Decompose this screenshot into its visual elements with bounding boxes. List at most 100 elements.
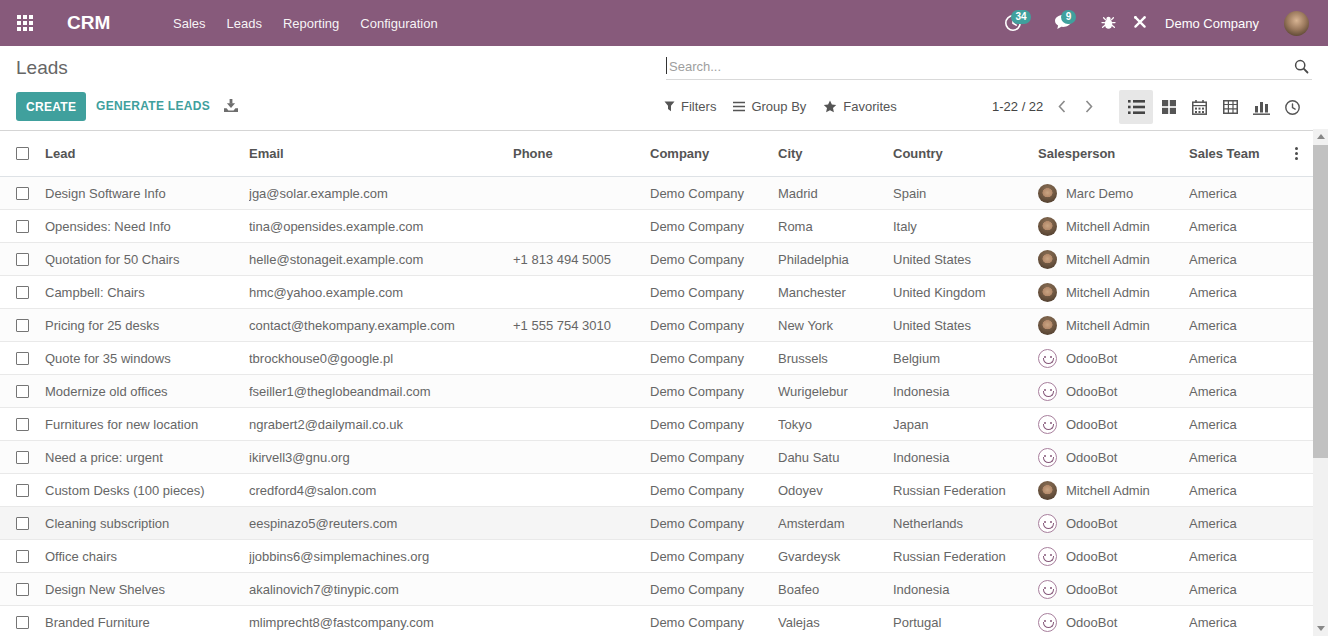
cell-company[interactable]: Demo Company [650,573,778,606]
cell-company[interactable]: Demo Company [650,276,778,309]
cell-city[interactable]: Boafeo [778,573,893,606]
cell-email[interactable]: credford4@salon.com [249,474,513,507]
cell-salesperson[interactable]: Mitchell Admin [1038,243,1189,276]
cell-country[interactable]: Italy [893,210,1038,243]
cell-phone[interactable] [513,408,650,441]
lead-row[interactable]: Pricing for 25 desks contact@thekompany.… [0,309,1313,342]
lead-row[interactable]: Quote for 35 windows tbrockhouse0@google… [0,342,1313,375]
cell-company[interactable]: Demo Company [650,309,778,342]
menu-configuration[interactable]: Configuration [360,16,437,31]
cell-city[interactable]: Manchester [778,276,893,309]
cell-phone[interactable] [513,441,650,474]
lead-row[interactable]: Modernize old offices fseiller1@theglobe… [0,375,1313,408]
cell-sales-team[interactable]: America [1189,276,1313,309]
cell-salesperson[interactable]: Marc Demo [1038,177,1189,210]
cell-company[interactable]: Demo Company [650,507,778,540]
cell-sales-team[interactable]: America [1189,408,1313,441]
cell-sales-team[interactable]: America [1189,309,1313,342]
cell-sales-team[interactable]: America [1189,375,1313,408]
cell-city[interactable]: Gvardeysk [778,540,893,573]
col-header-country[interactable]: Country [893,131,1038,177]
cell-lead[interactable]: Branded Furniture [45,606,249,636]
cell-company[interactable]: Demo Company [650,342,778,375]
select-all-checkbox[interactable] [16,147,29,160]
cell-company[interactable]: Demo Company [650,243,778,276]
cell-lead[interactable]: Design Software Info [45,177,249,210]
cell-salesperson[interactable]: OdooBot [1038,441,1189,474]
cell-country[interactable]: Spain [893,177,1038,210]
cell-lead[interactable]: Need a price: urgent [45,441,249,474]
export-button[interactable] [224,99,238,116]
row-checkbox[interactable] [16,187,29,200]
cell-city[interactable]: Odoyev [778,474,893,507]
lead-row[interactable]: Furnitures for new location ngrabert2@da… [0,408,1313,441]
lead-row[interactable]: Need a price: urgent ikirvell3@gnu.org D… [0,441,1313,474]
cell-phone[interactable] [513,210,650,243]
cell-city[interactable]: Dahu Satu [778,441,893,474]
cell-phone[interactable] [513,177,650,210]
row-checkbox[interactable] [16,352,29,365]
cell-lead[interactable]: Cleaning subscription [45,507,249,540]
scroll-up-icon[interactable] [1317,134,1325,139]
vertical-scrollbar[interactable] [1313,129,1328,636]
cell-country[interactable]: Belgium [893,342,1038,375]
cell-country[interactable]: United States [893,309,1038,342]
view-list-button[interactable] [1119,90,1153,124]
cell-email[interactable]: eespinazo5@reuters.com [249,507,513,540]
cell-company[interactable]: Demo Company [650,474,778,507]
cell-company[interactable]: Demo Company [650,177,778,210]
cell-lead[interactable]: Pricing for 25 desks [45,309,249,342]
col-header-salesperson[interactable]: Salesperson [1038,131,1189,177]
view-graph-button[interactable] [1246,90,1277,124]
cell-lead[interactable]: Furnitures for new location [45,408,249,441]
cell-email[interactable]: contact@thekompany.example.com [249,309,513,342]
user-avatar[interactable] [1284,11,1309,36]
cell-sales-team[interactable]: America [1189,243,1313,276]
row-checkbox[interactable] [16,517,29,530]
create-button[interactable]: CREATE [16,92,86,121]
menu-reporting[interactable]: Reporting [283,16,339,31]
cell-phone[interactable] [513,276,650,309]
row-checkbox[interactable] [16,451,29,464]
menu-leads[interactable]: Leads [227,16,262,31]
cell-phone[interactable] [513,342,650,375]
favorites-button[interactable]: Favorites [823,99,896,114]
lead-row[interactable]: Cleaning subscription eespinazo5@reuters… [0,507,1313,540]
cell-country[interactable]: Japan [893,408,1038,441]
cell-lead[interactable]: Office chairs [45,540,249,573]
cell-country[interactable]: United States [893,243,1038,276]
row-checkbox[interactable] [16,484,29,497]
row-checkbox[interactable] [16,418,29,431]
search-icon[interactable] [1294,59,1309,77]
lead-row[interactable]: Office chairs jjobbins6@simplemachines.o… [0,540,1313,573]
cell-country[interactable]: Portugal [893,606,1038,636]
cell-email[interactable]: jjobbins6@simplemachines.org [249,540,513,573]
cell-city[interactable]: Amsterdam [778,507,893,540]
filters-button[interactable]: Filters [664,99,716,114]
activities-button[interactable]: 34 [1004,14,1022,32]
generate-leads-button[interactable]: GENERATE LEADS [96,92,210,121]
cell-city[interactable]: Valejas [778,606,893,636]
cell-phone[interactable] [513,606,650,636]
col-header-company[interactable]: Company [650,131,778,177]
lead-row[interactable]: Quotation for 50 Chairs helle@stonageit.… [0,243,1313,276]
lead-row[interactable]: Custom Desks (100 pieces) credford4@salo… [0,474,1313,507]
view-activity-button[interactable] [1277,90,1308,124]
cell-phone[interactable] [513,474,650,507]
scrollbar-thumb[interactable] [1313,145,1328,458]
cell-salesperson[interactable]: Mitchell Admin [1038,276,1189,309]
cell-country[interactable]: Indonesia [893,375,1038,408]
company-switcher[interactable]: Demo Company [1165,16,1259,31]
col-header-phone[interactable]: Phone [513,131,650,177]
cell-company[interactable]: Demo Company [650,606,778,636]
cell-email[interactable]: hmc@yahoo.example.com [249,276,513,309]
view-calendar-button[interactable] [1184,90,1215,124]
cell-lead[interactable]: Custom Desks (100 pieces) [45,474,249,507]
lead-row[interactable]: Opensides: Need Info tina@opensides.exam… [0,210,1313,243]
cell-email[interactable]: ngrabert2@dailymail.co.uk [249,408,513,441]
lead-row[interactable]: Campbell: Chairs hmc@yahoo.example.com D… [0,276,1313,309]
cell-sales-team[interactable]: America [1189,210,1313,243]
cell-company[interactable]: Demo Company [650,408,778,441]
cell-sales-team[interactable]: America [1189,573,1313,606]
cell-city[interactable]: Wurigelebur [778,375,893,408]
